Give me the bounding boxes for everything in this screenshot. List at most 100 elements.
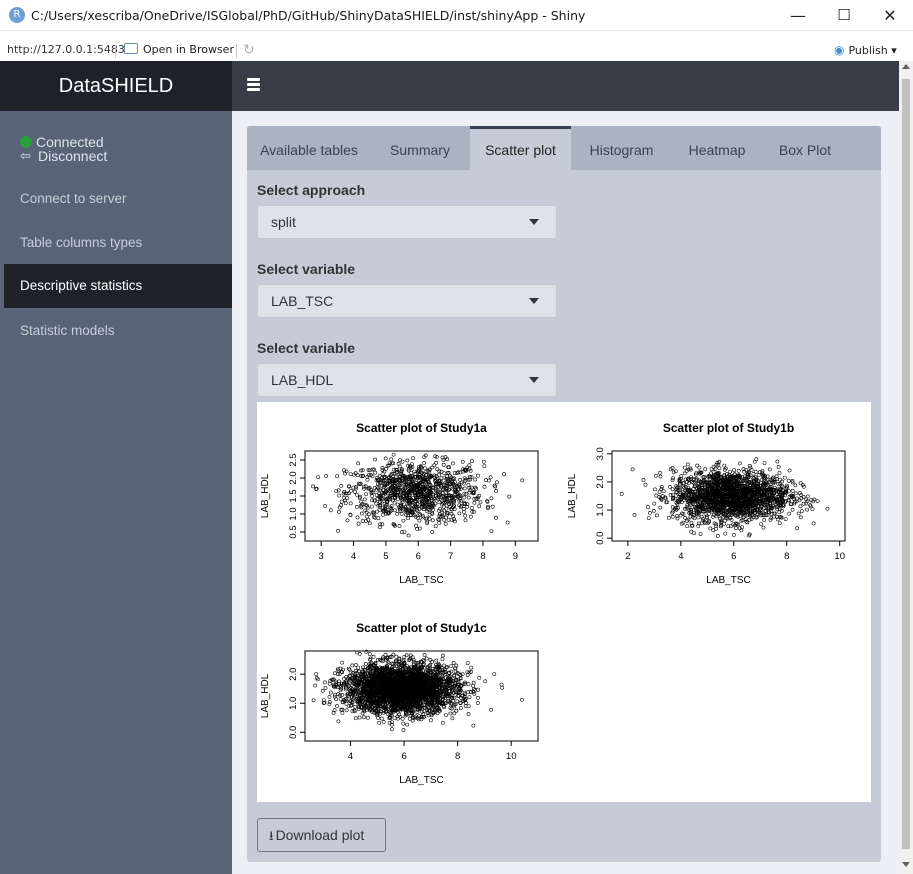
data-point [670, 492, 675, 497]
sidebar-item-connect-to-server[interactable]: Connect to server [0, 177, 232, 221]
data-point [377, 474, 382, 478]
data-point [471, 723, 476, 728]
data-point [667, 485, 672, 489]
reload-icon[interactable]: ↻ [243, 42, 255, 58]
connected-status-icon [20, 136, 32, 148]
variable1-value: LAB_TSC [271, 293, 334, 309]
data-point [753, 469, 758, 474]
data-point [437, 521, 442, 525]
data-point [709, 467, 714, 472]
data-point [698, 532, 703, 537]
data-point [452, 519, 457, 524]
y-tick-label: 0.5 [288, 525, 299, 538]
data-point [630, 467, 635, 472]
data-point [815, 499, 820, 504]
data-point [794, 491, 798, 496]
y-tick-label: 1.5 [288, 489, 299, 502]
variable1-select[interactable]: LAB_TSC [257, 284, 557, 318]
data-point [747, 533, 752, 538]
url-text: http://127.0.0.1:5483 [7, 43, 125, 56]
data-point [458, 706, 463, 711]
y-tick-label: 2.0 [595, 475, 606, 488]
data-point [472, 500, 477, 505]
data-point [469, 459, 474, 464]
data-point [775, 459, 780, 464]
sidebar-item-descriptive-statistics[interactable]: Descriptive statistics [4, 264, 232, 308]
r-app-icon: R [9, 7, 25, 23]
data-point [493, 515, 498, 520]
data-point [782, 475, 787, 480]
data-point [463, 513, 468, 518]
close-button[interactable]: ✕ [867, 0, 913, 31]
data-point [422, 653, 427, 657]
y-tick-label: 1.0 [288, 507, 299, 520]
data-point [340, 660, 345, 665]
tab-heatmap[interactable]: Heatmap [671, 126, 763, 170]
data-point [505, 520, 510, 525]
data-point [761, 525, 766, 530]
data-point [364, 492, 369, 497]
scatter-plot-output: Scatter plot of Study1a 3 4 5 6 7 8 9 0.5 1.0 1.5 2… [257, 402, 871, 802]
connection-status: Connected ⇦ Disconnect [20, 134, 107, 164]
publish-label: Publish [848, 44, 888, 57]
data-point [362, 497, 367, 502]
tab-histogram[interactable]: Histogram [572, 126, 671, 170]
y-tick-label: 0.0 [595, 532, 606, 545]
tab-box-plot[interactable]: Box Plot [763, 126, 847, 170]
data-point [430, 518, 435, 523]
tab-bar: Available tables Summary Scatter plot Hi… [247, 126, 881, 170]
data-point [800, 509, 804, 514]
data-point [708, 526, 713, 531]
approach-select[interactable]: split [257, 205, 557, 239]
data-point [747, 517, 752, 522]
data-point [646, 516, 651, 521]
minimize-button[interactable]: — [775, 0, 821, 31]
data-point [703, 467, 708, 472]
data-point [430, 530, 435, 534]
hamburger-menu-icon[interactable] [247, 78, 260, 94]
data-point [728, 469, 733, 474]
data-point [646, 505, 650, 510]
brand-logo[interactable]: DataSHIELD [0, 61, 232, 111]
sidebar-item-table-columns-types[interactable]: Table columns types [0, 221, 232, 265]
data-point [482, 484, 487, 489]
data-point [481, 459, 486, 464]
data-point [381, 719, 386, 724]
data-point [391, 652, 396, 657]
data-point [357, 715, 362, 720]
data-point [406, 533, 411, 538]
data-point [417, 518, 422, 523]
data-point [489, 496, 494, 501]
data-point [367, 652, 372, 657]
variable2-label: Select variable [257, 340, 356, 356]
y-tick-label: 2.5 [288, 453, 299, 466]
data-point [654, 493, 659, 498]
data-point [365, 503, 370, 508]
sign-out-icon: ⇦ [20, 148, 31, 164]
data-point [473, 477, 478, 482]
data-point [355, 515, 360, 520]
data-point [324, 474, 329, 478]
publish-button[interactable]: ◉ Publish ▾ [834, 43, 897, 57]
data-point [670, 487, 675, 492]
data-point [404, 653, 409, 658]
disconnect-link[interactable]: ⇦ Disconnect [20, 148, 107, 164]
data-point [477, 504, 482, 509]
open-in-browser-button[interactable]: Open in Browser [124, 43, 234, 56]
data-point [670, 514, 675, 519]
tab-available-tables[interactable]: Available tables [247, 126, 371, 170]
data-point [490, 504, 495, 509]
data-point [716, 462, 721, 467]
data-point [641, 478, 646, 482]
chart-title: Scatter plot of Study1c [356, 621, 487, 635]
sidebar-item-statistic-models[interactable]: Statistic models [0, 309, 232, 353]
data-point [790, 488, 795, 493]
window-titlebar: R C:/Users/xescriba/OneDrive/ISGlobal/Ph… [0, 0, 913, 31]
data-point [507, 494, 512, 499]
y-tick-label: 3.0 [595, 447, 606, 460]
maximize-button[interactable]: ☐ [821, 0, 867, 31]
variable2-select[interactable]: LAB_HDL [257, 363, 557, 397]
tab-summary[interactable]: Summary [371, 126, 469, 170]
tab-scatter-plot[interactable]: Scatter plot [470, 126, 571, 170]
data-point [353, 704, 358, 709]
